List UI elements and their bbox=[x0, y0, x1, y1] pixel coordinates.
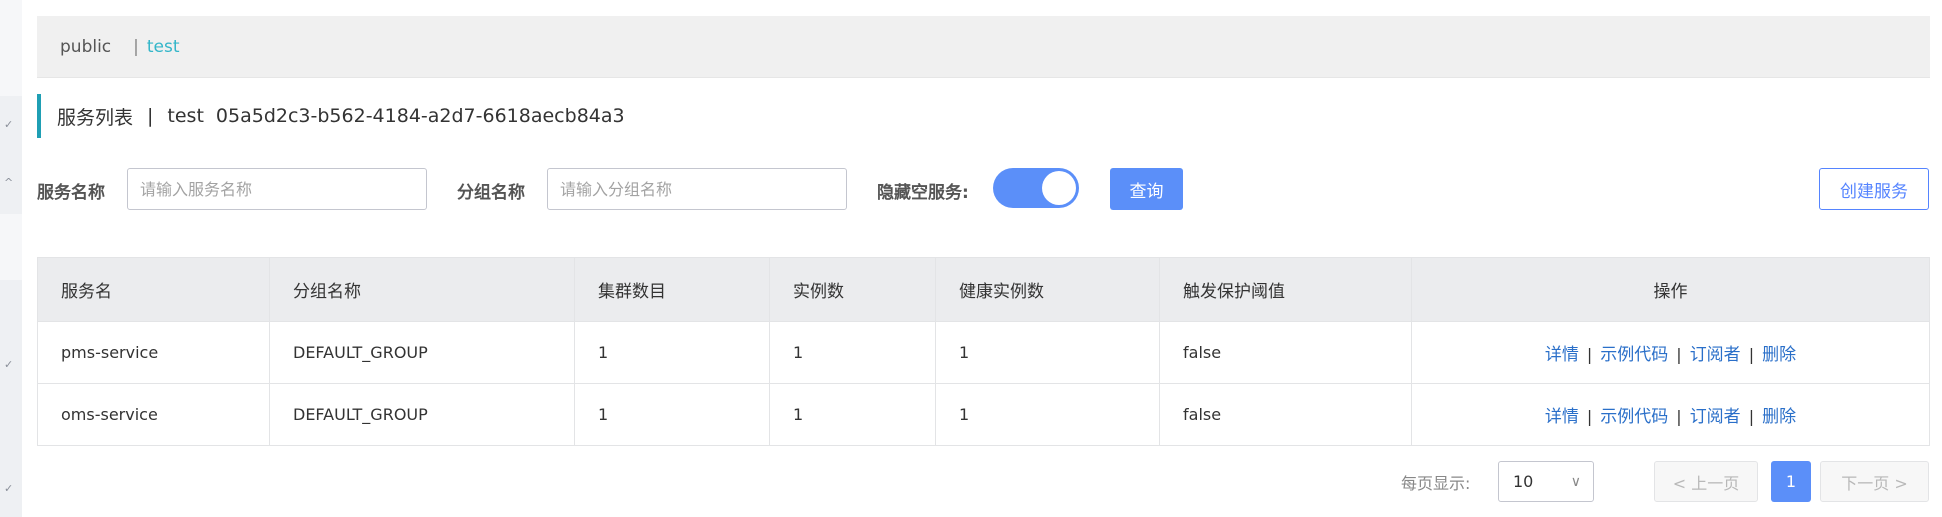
service-name-input[interactable] bbox=[127, 168, 427, 210]
cell-operations: 详情 | 示例代码 | 订阅者 | 删除 bbox=[1411, 321, 1930, 384]
page-title-label: 服务列表 bbox=[57, 106, 134, 129]
group-name-label: 分组名称 bbox=[457, 183, 525, 203]
header-instance-count: 实例数 bbox=[769, 257, 936, 322]
namespace-bar: public | test bbox=[37, 16, 1930, 78]
chevron-down-icon: ∨ bbox=[1570, 473, 1581, 490]
action-separator: | bbox=[1586, 345, 1593, 364]
service-table: 服务名 分组名称 集群数目 实例数 健康实例数 触发保护阈值 操作 pms-se… bbox=[37, 257, 1930, 446]
namespace-public[interactable]: public bbox=[60, 37, 111, 57]
page-size-value: 10 bbox=[1513, 472, 1534, 491]
nav-segment-active[interactable] bbox=[0, 214, 22, 280]
action-separator: | bbox=[1676, 407, 1682, 426]
cell-operations: 详情 | 示例代码 | 订阅者 | 删除 bbox=[1411, 383, 1930, 446]
cell-group-name: DEFAULT_GROUP bbox=[269, 383, 575, 446]
title-separator: | bbox=[147, 105, 154, 127]
sample-code-link[interactable]: 示例代码 bbox=[1600, 345, 1668, 365]
table-header-row: 服务名 分组名称 集群数目 实例数 健康实例数 触发保护阈值 操作 bbox=[37, 257, 1930, 322]
action-separator: | bbox=[1676, 345, 1682, 364]
left-nav-rail: ✓ ^ ✓ ✓ bbox=[0, 0, 22, 517]
header-service-name: 服务名 bbox=[37, 257, 270, 322]
chevron-up-icon[interactable]: ^ bbox=[4, 176, 13, 189]
create-service-button[interactable]: 创建服务 bbox=[1819, 168, 1929, 210]
cell-cluster-count: 1 bbox=[574, 321, 770, 384]
chevron-down-icon[interactable]: ✓ bbox=[4, 358, 13, 371]
nav-segment[interactable] bbox=[0, 0, 22, 96]
cell-service-name: oms-service bbox=[37, 383, 270, 446]
prev-page-button[interactable]: < 上一页 bbox=[1654, 461, 1758, 502]
table-row: pms-service DEFAULT_GROUP 1 1 1 false 详情… bbox=[37, 321, 1930, 384]
page-size-label: 每页显示: bbox=[1401, 474, 1471, 493]
service-name-label: 服务名称 bbox=[37, 183, 105, 203]
page-title: 服务列表 | test 05a5d2c3-b562-4184-a2d7-6618… bbox=[37, 94, 625, 138]
cell-service-name: pms-service bbox=[37, 321, 270, 384]
hide-empty-toggle[interactable] bbox=[993, 168, 1079, 208]
cell-healthy-count: 1 bbox=[935, 383, 1160, 446]
namespace-test[interactable]: test bbox=[147, 37, 180, 57]
action-separator: | bbox=[1748, 407, 1755, 426]
group-name-input[interactable] bbox=[547, 168, 847, 210]
sample-code-link[interactable]: 示例代码 bbox=[1600, 407, 1668, 427]
cell-instance-count: 1 bbox=[769, 383, 936, 446]
page-size-select[interactable]: 10 ∨ bbox=[1498, 461, 1594, 502]
detail-link[interactable]: 详情 bbox=[1545, 407, 1579, 427]
chevron-down-icon[interactable]: ✓ bbox=[4, 118, 13, 131]
subscribers-link[interactable]: 订阅者 bbox=[1690, 407, 1741, 427]
hide-empty-label: 隐藏空服务: bbox=[877, 183, 969, 203]
header-group-name: 分组名称 bbox=[269, 257, 575, 322]
title-namespace-name: test bbox=[167, 105, 204, 127]
current-page-button[interactable]: 1 bbox=[1771, 461, 1811, 502]
namespace-separator: | bbox=[133, 36, 139, 57]
action-separator: | bbox=[1586, 407, 1593, 426]
delete-link[interactable]: 删除 bbox=[1762, 407, 1796, 427]
cell-protect-threshold: false bbox=[1159, 321, 1412, 384]
cell-group-name: DEFAULT_GROUP bbox=[269, 321, 575, 384]
action-separator: | bbox=[1748, 345, 1755, 364]
cell-instance-count: 1 bbox=[769, 321, 936, 384]
query-button[interactable]: 查询 bbox=[1110, 168, 1183, 210]
chevron-down-icon[interactable]: ✓ bbox=[4, 482, 13, 495]
header-protect-threshold: 触发保护阈值 bbox=[1159, 257, 1412, 322]
title-namespace-id: 05a5d2c3-b562-4184-a2d7-6618aecb84a3 bbox=[215, 105, 625, 127]
delete-link[interactable]: 删除 bbox=[1762, 345, 1796, 365]
cell-healthy-count: 1 bbox=[935, 321, 1160, 384]
toggle-knob bbox=[1042, 171, 1076, 205]
cell-protect-threshold: false bbox=[1159, 383, 1412, 446]
header-operations: 操作 bbox=[1411, 257, 1930, 322]
cell-cluster-count: 1 bbox=[574, 383, 770, 446]
detail-link[interactable]: 详情 bbox=[1545, 345, 1579, 365]
next-page-button[interactable]: 下一页 > bbox=[1820, 461, 1929, 502]
table-row: oms-service DEFAULT_GROUP 1 1 1 false 详情… bbox=[37, 383, 1930, 446]
header-cluster-count: 集群数目 bbox=[574, 257, 770, 322]
subscribers-link[interactable]: 订阅者 bbox=[1690, 345, 1741, 365]
header-healthy-count: 健康实例数 bbox=[935, 257, 1160, 322]
